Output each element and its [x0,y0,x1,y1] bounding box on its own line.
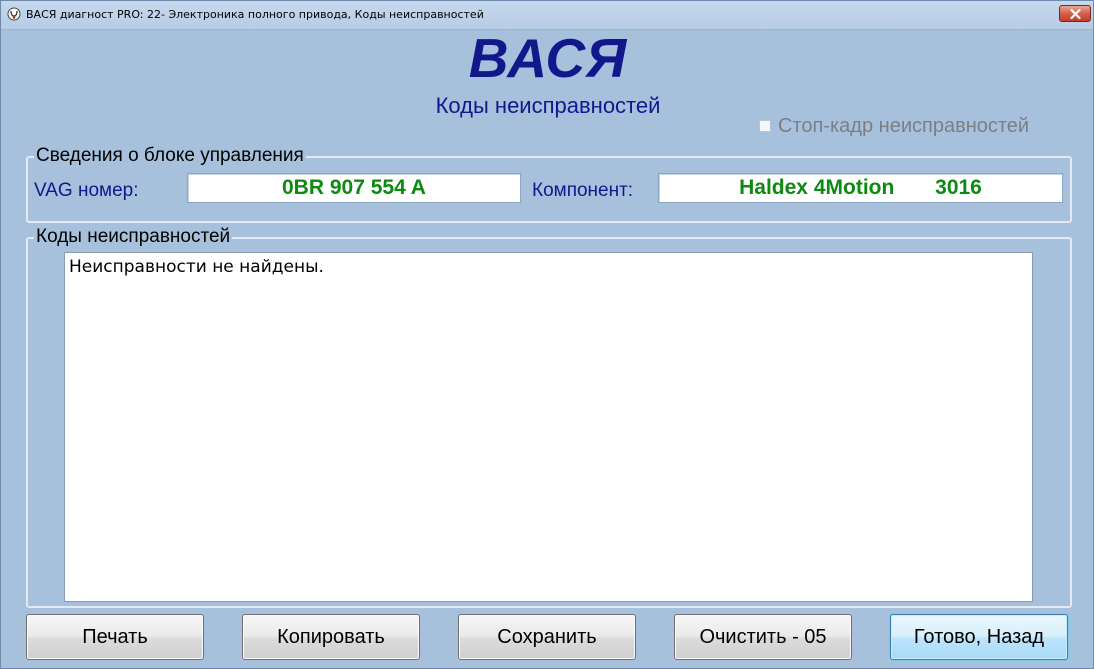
fault-codes-textarea[interactable]: Неисправности не найдены. [64,252,1033,602]
app-logo: ВАСЯ [468,27,628,89]
window-title: ВАСЯ диагност PRO: 22- Электроника полно… [26,8,484,21]
freeze-frame-label: Стоп-кадр неисправностей [778,114,1030,137]
save-button[interactable]: Сохранить [458,614,636,660]
freeze-frame-checkbox[interactable] [759,120,771,132]
clear-codes-button[interactable]: Очистить - 05 [674,614,852,660]
title-bar[interactable]: ВАСЯ диагност PRO: 22- Электроника полно… [1,1,1093,30]
copy-button[interactable]: Копировать [242,614,420,660]
print-button[interactable]: Печать [26,614,204,660]
vag-number-field[interactable]: 0BR 907 554 A [187,173,521,203]
close-icon [1069,8,1081,19]
component-label: Компонент: [532,180,634,201]
freeze-frame-option[interactable]: Стоп-кадр неисправностей [759,114,1029,138]
close-button[interactable] [1059,5,1091,22]
app-window: ВАСЯ диагност PRO: 22- Электроника полно… [0,0,1094,669]
diagnostic-stethoscope-icon [7,7,21,21]
fault-codes-legend: Коды неисправностей [34,226,233,248]
component-field[interactable]: Haldex 4Motion 3016 [658,173,1063,203]
vag-number-label: VAG номер: [34,180,139,201]
done-back-button[interactable]: Готово, Назад [890,614,1068,660]
control-unit-legend: Сведения о блоке управления [34,145,306,167]
